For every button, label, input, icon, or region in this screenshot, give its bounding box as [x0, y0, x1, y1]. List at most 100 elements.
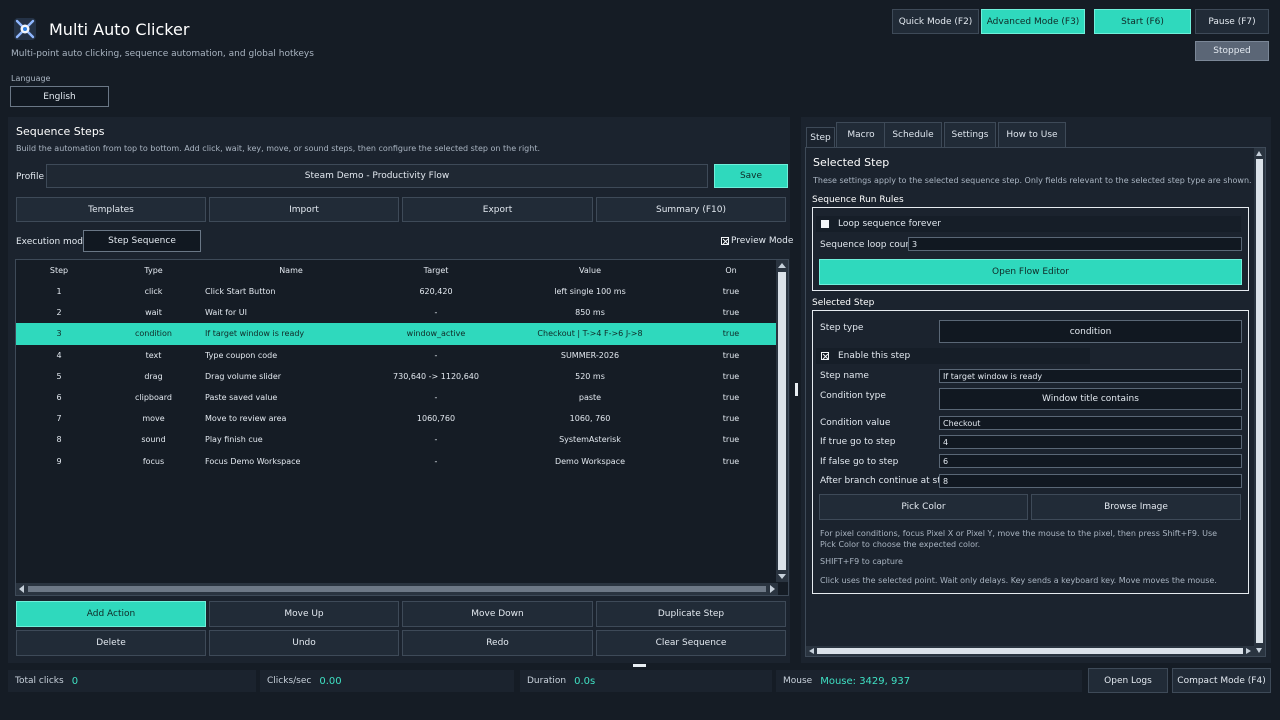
browse-image-button[interactable]: Browse Image — [1031, 494, 1241, 520]
settings-scroll-down-arrow-icon[interactable] — [1256, 648, 1262, 653]
open-flow-editor-button[interactable]: Open Flow Editor — [819, 259, 1242, 285]
cell-type: clipboard — [134, 393, 173, 403]
table-row[interactable]: 5 drag Drag volume slider 730,640 -> 1120,6… — [16, 366, 777, 387]
column-header-name[interactable]: Name — [205, 260, 377, 281]
total-clicks-value: 0 — [71, 675, 79, 687]
settings-scroll-up-arrow-icon[interactable] — [1256, 151, 1262, 156]
column-header-type[interactable]: Type — [102, 260, 205, 281]
cell-on: true — [722, 393, 740, 403]
condition-type-select[interactable]: Window title contains — [939, 388, 1242, 410]
cell-step: 9 — [56, 456, 62, 466]
cell-target: - — [434, 350, 438, 360]
summary-button[interactable]: Summary (F10) — [596, 197, 786, 222]
table-header-row: Step Type Name Target Value On — [16, 260, 777, 281]
preview-mode-checkbox[interactable] — [721, 237, 729, 245]
table-row[interactable]: 9 focus Focus Demo Workspace - Demo Workspac… — [16, 451, 777, 472]
step-types-help-text: Click uses the selected point. Wait only… — [820, 576, 1217, 585]
cell-name: If target window is ready — [205, 329, 305, 339]
enable-step-checkbox[interactable] — [821, 352, 829, 360]
compact-mode-button[interactable]: Compact Mode (F4) — [1172, 668, 1271, 693]
scroll-down-arrow-icon[interactable] — [778, 574, 786, 579]
tab-how-to-use[interactable]: How to Use — [998, 122, 1066, 147]
cell-on: true — [722, 329, 740, 339]
table-vertical-scrollbar[interactable] — [776, 260, 788, 582]
scroll-left-arrow-icon[interactable] — [19, 585, 24, 593]
cell-name: Paste saved value — [205, 393, 278, 403]
step-name-input[interactable]: If target window is ready — [939, 369, 1242, 383]
condition-value-input[interactable]: Checkout — [939, 416, 1242, 430]
table-horizontal-scrollbar[interactable] — [16, 583, 778, 595]
table-row[interactable]: 7 move Move to review area 1060,760 1060, 76… — [16, 408, 777, 429]
table-row[interactable]: 2 wait Wait for UI - 850 ms true — [16, 302, 777, 323]
table-row[interactable]: 3 condition If target window is ready windo… — [16, 323, 777, 345]
cell-name: Focus Demo Workspace — [205, 456, 301, 466]
tab-schedule[interactable]: Schedule — [884, 122, 942, 147]
loop-count-input[interactable]: 3 — [908, 237, 1242, 251]
quick-mode-button[interactable]: Quick Mode (F2) — [892, 9, 979, 34]
table-row[interactable]: 1 click Click Start Button 620,420 left sing… — [16, 281, 777, 302]
cell-target: 1060,760 — [416, 414, 456, 424]
step-type-label: Step type — [820, 323, 864, 333]
scroll-right-arrow-icon[interactable] — [770, 585, 775, 593]
start-button[interactable]: Start (F6) — [1094, 9, 1191, 34]
horizontal-splitter-handle[interactable] — [633, 664, 646, 667]
cell-target: - — [434, 308, 438, 318]
import-button[interactable]: Import — [209, 197, 399, 222]
language-select[interactable]: English — [10, 86, 109, 107]
cell-on: true — [722, 287, 740, 297]
column-header-on[interactable]: On — [685, 260, 777, 281]
duplicate-step-button[interactable]: Duplicate Step — [596, 601, 786, 627]
cell-target: - — [434, 456, 438, 466]
settings-scroll-left-arrow-icon[interactable] — [809, 647, 814, 654]
table-row[interactable]: 8 sound Play finish cue - SystemAsterisk true — [16, 429, 777, 450]
preview-mode-label: Preview Mode — [731, 236, 794, 246]
move-down-button[interactable]: Move Down — [402, 601, 593, 627]
settings-horizontal-thumb[interactable] — [817, 648, 1243, 654]
step-type-select[interactable]: condition — [939, 320, 1242, 343]
profile-select[interactable]: Steam Demo - Productivity Flow — [46, 164, 708, 188]
sequence-description: Build the automation from top to bottom.… — [16, 144, 541, 153]
move-up-button[interactable]: Move Up — [209, 601, 399, 627]
settings-scroll-thumb[interactable] — [1256, 159, 1263, 643]
cell-on: true — [722, 435, 740, 445]
tab-step[interactable]: Step — [806, 127, 835, 147]
horizontal-scroll-thumb[interactable] — [28, 586, 766, 592]
tab-macro[interactable]: Macro — [836, 122, 886, 147]
export-button[interactable]: Export — [402, 197, 593, 222]
templates-button[interactable]: Templates — [16, 197, 206, 222]
vertical-splitter-handle[interactable] — [795, 383, 798, 396]
tab-settings[interactable]: Settings — [944, 122, 996, 147]
column-header-value[interactable]: Value — [495, 260, 685, 281]
column-header-step[interactable]: Step — [16, 260, 102, 281]
false-goto-input[interactable]: 6 — [939, 454, 1242, 468]
cell-target: - — [434, 435, 438, 445]
pause-button[interactable]: Pause (F7) — [1195, 9, 1269, 34]
after-branch-input[interactable]: 8 — [939, 474, 1242, 488]
cell-value: paste — [578, 393, 602, 403]
loop-forever-checkbox[interactable] — [821, 220, 829, 228]
cell-on: true — [722, 308, 740, 318]
vertical-scroll-thumb[interactable] — [778, 272, 786, 570]
delete-button[interactable]: Delete — [16, 630, 206, 656]
open-logs-button[interactable]: Open Logs — [1088, 668, 1168, 693]
table-row[interactable]: 4 text Type coupon code - SUMMER-2026 true — [16, 345, 777, 366]
save-button[interactable]: Save — [714, 164, 788, 188]
execution-mode-select[interactable]: Step Sequence — [83, 230, 201, 252]
settings-scroll-right-arrow-icon[interactable] — [1246, 647, 1251, 654]
settings-vertical-scrollbar[interactable] — [1254, 148, 1265, 656]
column-header-target[interactable]: Target — [377, 260, 495, 281]
cell-value: 1060, 760 — [569, 414, 611, 424]
true-goto-input[interactable]: 4 — [939, 435, 1242, 449]
mouse-stat: Mouse Mouse: 3429, 937 — [776, 670, 1082, 692]
add-action-button[interactable]: Add Action — [16, 601, 206, 627]
redo-button[interactable]: Redo — [402, 630, 593, 656]
table-row[interactable]: 6 clipboard Paste saved value - paste true — [16, 387, 777, 408]
cell-on: true — [722, 350, 740, 360]
undo-button[interactable]: Undo — [209, 630, 399, 656]
settings-horizontal-scrollbar[interactable] — [806, 646, 1254, 656]
pick-color-button[interactable]: Pick Color — [819, 494, 1028, 520]
advanced-mode-button[interactable]: Advanced Mode (F3) — [981, 9, 1085, 34]
scroll-up-arrow-icon[interactable] — [778, 263, 786, 268]
app-subtitle: Multi-point auto clicking, sequence auto… — [11, 49, 314, 59]
clear-sequence-button[interactable]: Clear Sequence — [596, 630, 786, 656]
